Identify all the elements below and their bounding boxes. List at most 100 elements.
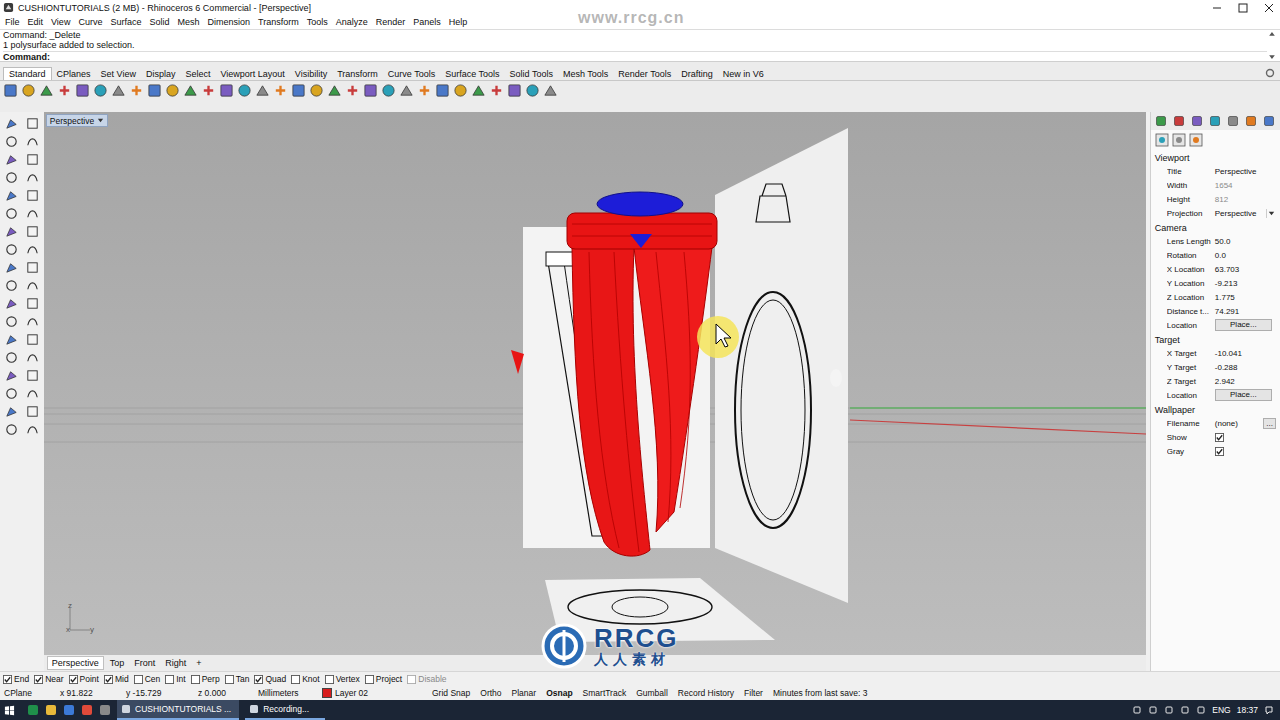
toolbar-tab[interactable]: Transform bbox=[332, 68, 383, 80]
property-value[interactable]: 50.0 bbox=[1215, 237, 1276, 246]
osnap-toggle[interactable]: Project bbox=[365, 674, 402, 684]
lights-icon[interactable] bbox=[1209, 115, 1221, 127]
chrome-icon[interactable] bbox=[81, 704, 93, 716]
restore-icon[interactable] bbox=[1232, 2, 1254, 14]
perspective-viewport[interactable]: zxyPerspective bbox=[44, 112, 1146, 655]
light-icon[interactable] bbox=[345, 83, 360, 98]
current-layer[interactable]: Layer 02 bbox=[322, 688, 422, 698]
minimize-icon[interactable] bbox=[1206, 2, 1228, 14]
open-icon[interactable] bbox=[21, 83, 36, 98]
model-scene[interactable]: zxy bbox=[44, 112, 1146, 655]
help-icon[interactable] bbox=[543, 83, 558, 98]
checkbox[interactable] bbox=[104, 675, 113, 684]
chevron-icon[interactable] bbox=[1132, 705, 1142, 715]
undo-icon[interactable] bbox=[147, 83, 162, 98]
curve-icon[interactable] bbox=[25, 134, 40, 149]
status-toggle[interactable]: Osnap bbox=[546, 688, 572, 698]
menu-item[interactable]: Mesh bbox=[173, 17, 203, 27]
xray-icon[interactable] bbox=[471, 83, 486, 98]
checkbox[interactable] bbox=[254, 675, 263, 684]
frame-tab-icon[interactable] bbox=[1172, 133, 1186, 147]
menu-item[interactable]: Edit bbox=[24, 17, 48, 27]
polygon-icon[interactable] bbox=[25, 170, 40, 185]
mirror-icon[interactable] bbox=[25, 350, 40, 365]
rotate-icon[interactable] bbox=[25, 332, 40, 347]
menu-item[interactable]: Solid bbox=[145, 17, 173, 27]
property-value[interactable]: Perspective bbox=[1215, 167, 1276, 176]
clock[interactable]: 18:37 bbox=[1237, 705, 1258, 715]
menu-item[interactable]: Surface bbox=[106, 17, 145, 27]
box-icon[interactable] bbox=[4, 224, 19, 239]
rotate-view-icon[interactable] bbox=[183, 83, 198, 98]
zoom-icon[interactable] bbox=[201, 83, 216, 98]
menu-item[interactable]: Render bbox=[372, 17, 410, 27]
rendered-icon[interactable] bbox=[435, 83, 450, 98]
toolbar-tab[interactable]: Drafting bbox=[676, 68, 718, 80]
folder-icon[interactable] bbox=[45, 704, 57, 716]
menu-item[interactable]: View bbox=[47, 17, 74, 27]
settings-tab-icon[interactable] bbox=[1189, 133, 1203, 147]
checkbox[interactable] bbox=[291, 675, 300, 684]
dropdown-arrow-icon[interactable] bbox=[97, 117, 104, 124]
ghosted-icon[interactable] bbox=[453, 83, 468, 98]
help-panel-icon[interactable] bbox=[1263, 115, 1275, 127]
rhino-icon[interactable] bbox=[99, 704, 111, 716]
property-value[interactable]: -9.213 bbox=[1215, 279, 1276, 288]
toolbar-tab[interactable]: Standard bbox=[3, 67, 52, 80]
osnap-toggle[interactable]: Near bbox=[34, 674, 63, 684]
cplane-label[interactable]: CPlane bbox=[4, 688, 50, 698]
volume-icon[interactable] bbox=[1164, 705, 1174, 715]
viewport-tab[interactable]: Right bbox=[161, 657, 190, 669]
osnap-toggle[interactable]: Knot bbox=[291, 674, 320, 684]
status-toggle[interactable]: Planar bbox=[512, 688, 537, 698]
offset-icon[interactable] bbox=[4, 278, 19, 293]
zoom-window-icon[interactable] bbox=[219, 83, 234, 98]
notifications-icon[interactable] bbox=[1264, 705, 1274, 715]
osnap-toggle[interactable]: Disable bbox=[407, 674, 446, 684]
checkbox[interactable] bbox=[191, 675, 200, 684]
ring-model[interactable] bbox=[567, 192, 717, 556]
select-icon[interactable] bbox=[4, 116, 19, 131]
property-value[interactable]: -10.041 bbox=[1215, 349, 1276, 358]
property-dropdown[interactable]: Perspective bbox=[1215, 209, 1276, 218]
ellipse-icon[interactable] bbox=[4, 188, 19, 203]
toolbar-tab[interactable]: Mesh Tools bbox=[558, 68, 613, 80]
join-icon[interactable] bbox=[25, 296, 40, 311]
toolbar-tab[interactable]: Curve Tools bbox=[383, 68, 440, 80]
checkbox[interactable] bbox=[69, 675, 78, 684]
print-icon[interactable] bbox=[57, 83, 72, 98]
four-views-icon[interactable] bbox=[291, 83, 306, 98]
add-viewport-tab[interactable]: + bbox=[192, 658, 205, 668]
status-toggle[interactable]: SmartTrack bbox=[583, 688, 627, 698]
status-toggle[interactable]: Gumball bbox=[636, 688, 668, 698]
point-icon[interactable] bbox=[25, 116, 40, 131]
import-icon[interactable] bbox=[75, 83, 90, 98]
menu-item[interactable]: Dimension bbox=[203, 17, 254, 27]
toolbar-tab[interactable]: CPlanes bbox=[52, 68, 96, 80]
check-icon[interactable] bbox=[25, 404, 40, 419]
property-value[interactable]: 1.775 bbox=[1215, 293, 1276, 302]
viewport-tab[interactable]: Perspective bbox=[47, 656, 104, 670]
osnap-toggle[interactable]: Cen bbox=[134, 674, 161, 684]
osnap-toggle[interactable]: Mid bbox=[104, 674, 129, 684]
property-value[interactable]: 63.703 bbox=[1215, 265, 1276, 274]
menu-item[interactable]: Panels bbox=[409, 17, 445, 27]
display-mode-icon[interactable] bbox=[381, 83, 396, 98]
camera-icon[interactable] bbox=[25, 422, 40, 437]
arc-icon[interactable] bbox=[25, 152, 40, 167]
osnap-toggle[interactable]: Vertex bbox=[325, 674, 360, 684]
trim-icon[interactable] bbox=[25, 278, 40, 293]
scroll-arrows-icon[interactable] bbox=[1267, 30, 1277, 61]
lock-icon[interactable] bbox=[363, 83, 378, 98]
toolbar-tab[interactable]: Solid Tools bbox=[505, 68, 558, 80]
extrude-icon[interactable] bbox=[25, 206, 40, 221]
osnap-toggle[interactable]: Tan bbox=[225, 674, 250, 684]
windows-start-icon[interactable] bbox=[4, 705, 15, 716]
menu-item[interactable]: Help bbox=[445, 17, 472, 27]
property-value[interactable]: 74.291 bbox=[1215, 307, 1276, 316]
shaded-icon[interactable] bbox=[417, 83, 432, 98]
status-toggle[interactable]: Ortho bbox=[480, 688, 501, 698]
split-icon[interactable] bbox=[4, 296, 19, 311]
menu-item[interactable]: Transform bbox=[254, 17, 303, 27]
status-toggle[interactable]: Record History bbox=[678, 688, 734, 698]
